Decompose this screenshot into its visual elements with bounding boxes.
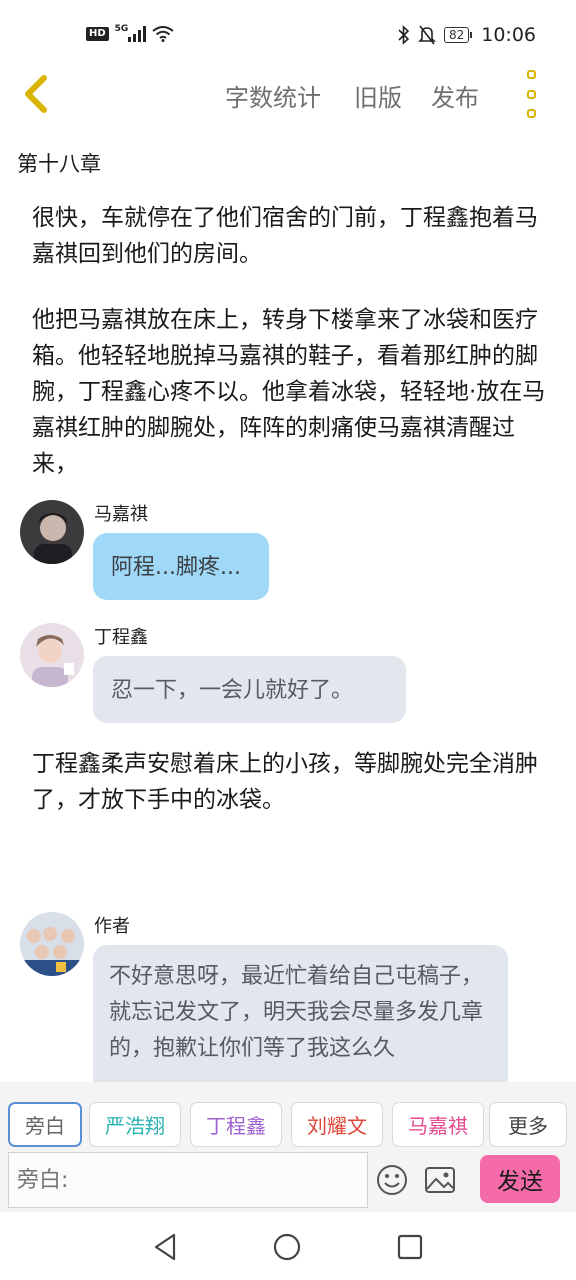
- role-chip-label: 严浩翔: [105, 1114, 165, 1138]
- hd-badge: HD: [86, 27, 109, 41]
- role-chip-label: 刘耀文: [307, 1114, 367, 1138]
- signal-icon: [128, 26, 147, 42]
- story-content[interactable]: 很快，车就停在了他们宿舍的门前，丁程鑫抱着马嘉祺回到他们的房间。 他把马嘉祺放在…: [0, 196, 576, 1082]
- narration-paragraph[interactable]: 丁程鑫柔声安慰着床上的小孩，等脚腕处完全消肿了，才放下手中的冰袋。: [32, 746, 552, 818]
- role-selector: 旁白 严浩翔 丁程鑫 刘耀文 马嘉祺 更多: [0, 1082, 576, 1152]
- role-chip-ma-jiaqi[interactable]: 马嘉祺: [392, 1102, 484, 1147]
- role-chip-label: 马嘉祺: [408, 1114, 468, 1138]
- narration-paragraph[interactable]: 他把马嘉祺放在床上，转身下楼拿来了冰袋和医疗箱。他轻轻地脱掉马嘉祺的鞋子，看着那…: [32, 302, 552, 482]
- status-left: HD 5G: [86, 24, 174, 42]
- system-nav-bar: [0, 1212, 576, 1280]
- role-chip-yan-haoxiang[interactable]: 严浩翔: [89, 1102, 181, 1147]
- sender-name: 作者: [94, 916, 130, 937]
- image-button[interactable]: [422, 1162, 458, 1198]
- back-button[interactable]: [18, 70, 58, 118]
- top-app-bar: 字数统计 旧版 发布: [0, 62, 576, 126]
- word-count-button[interactable]: 字数统计: [225, 78, 321, 113]
- role-chip-ding-chengxin[interactable]: 丁程鑫: [190, 1102, 282, 1147]
- network-type: 5G: [114, 24, 129, 34]
- back-chevron-icon: [25, 75, 47, 113]
- circle-home-icon: [273, 1233, 301, 1261]
- avatar[interactable]: [20, 500, 84, 564]
- narration-paragraph[interactable]: 很快，车就停在了他们宿舍的门前，丁程鑫抱着马嘉祺回到他们的房间。: [32, 200, 552, 272]
- role-chip-label: 更多: [508, 1114, 548, 1138]
- send-button[interactable]: 发送: [480, 1155, 560, 1203]
- status-right: 82 10:06: [398, 24, 536, 46]
- message-bubble[interactable]: 忍一下，一会儿就好了。: [93, 656, 406, 723]
- more-dot-icon: [526, 70, 536, 79]
- message-input[interactable]: [8, 1152, 368, 1208]
- more-menu-button[interactable]: [520, 70, 542, 118]
- battery-indicator: 82: [443, 27, 473, 43]
- avatar[interactable]: [20, 623, 84, 687]
- bluetooth-icon: [398, 25, 410, 45]
- message-bubble[interactable]: 不好意思呀，最近忙着给自己屯稿子，就忘记发文了，明天我会尽量多发几章的，抱歉让你…: [93, 945, 508, 1082]
- composer: 发送: [0, 1152, 576, 1212]
- role-chip-narrator[interactable]: 旁白: [8, 1102, 82, 1147]
- wifi-icon: [152, 26, 174, 42]
- more-dot-icon: [526, 109, 536, 118]
- emoji-button[interactable]: [374, 1162, 410, 1198]
- sender-name: 丁程鑫: [94, 627, 148, 648]
- old-version-button[interactable]: 旧版: [354, 78, 402, 113]
- publish-button[interactable]: 发布: [431, 78, 479, 113]
- triangle-back-icon: [154, 1233, 176, 1261]
- role-chip-label: 旁白: [25, 1114, 65, 1138]
- chapter-title: 第十八章: [17, 152, 101, 176]
- nav-recents-button[interactable]: [395, 1232, 425, 1262]
- more-dot-icon: [526, 89, 536, 99]
- sender-name: 马嘉祺: [94, 504, 148, 525]
- nav-back-button[interactable]: [150, 1232, 180, 1262]
- smiley-icon: [377, 1165, 407, 1195]
- role-chip-label: 丁程鑫: [206, 1114, 266, 1138]
- clock: 10:06: [481, 24, 536, 46]
- mute-bell-icon: [418, 25, 436, 45]
- avatar[interactable]: [20, 912, 84, 976]
- role-chip-liu-yaowen[interactable]: 刘耀文: [291, 1102, 383, 1147]
- square-recents-icon: [397, 1234, 423, 1260]
- image-icon: [425, 1167, 455, 1193]
- nav-home-button[interactable]: [272, 1232, 302, 1262]
- role-chip-more[interactable]: 更多: [489, 1102, 567, 1147]
- message-bubble[interactable]: 阿程...脚疼...: [93, 533, 269, 600]
